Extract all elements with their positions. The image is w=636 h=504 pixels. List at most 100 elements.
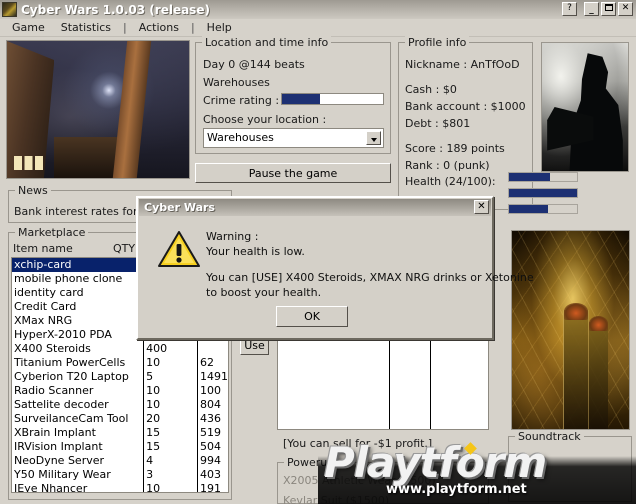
table-row[interactable]: mobile phone clone (12, 272, 143, 286)
help-icon: ? (567, 3, 572, 13)
chimney-shape (112, 41, 151, 178)
window-controls: ? _ ✕ (562, 2, 633, 16)
tower-cap (564, 303, 589, 320)
health-bar-fill (509, 173, 550, 181)
table-row[interactable]: Radio Scanner (12, 384, 143, 398)
menu-item-statistics[interactable]: Statistics (53, 20, 119, 35)
table-row[interactable]: xchip-card (12, 258, 144, 272)
location-select[interactable]: Warehouses (203, 128, 384, 148)
window-title: Cyber Wars 1.0.03 (release) (21, 2, 210, 17)
menu-separator-2: | (190, 21, 195, 34)
crime-rating-bar (281, 93, 384, 105)
table-cell-price: 1491 (200, 370, 228, 383)
dialog-line-1: Your health is low. (206, 245, 305, 258)
table-cell-price: 436 (200, 412, 221, 425)
table-cell-qty: 3 (146, 468, 154, 481)
soundtrack-panel: Soundtrack (508, 430, 632, 502)
current-location-label: Warehouses (203, 76, 270, 89)
menu-item-game[interactable]: Game (4, 20, 53, 35)
table-cell-qty: 20 (146, 412, 161, 425)
soundtrack-panel-legend: Soundtrack (515, 430, 584, 443)
table-cell-qty: 15 (146, 426, 161, 439)
close-button[interactable]: ✕ (618, 2, 633, 16)
table-cell-price: 403 (200, 468, 221, 481)
health-label: Health (24/100): (405, 175, 496, 188)
table-row[interactable]: IEye Nhancer (12, 482, 143, 492)
powerup-item-1[interactable]: Kevlar Suit ($1500) (283, 494, 389, 504)
skyscraper-shape-2 (589, 315, 608, 429)
powerup-item-0[interactable]: X2005 Athletic Wear ($500) (283, 474, 436, 487)
warning-triangle-icon (158, 231, 200, 267)
maximize-icon (604, 4, 613, 11)
app-window: Cyber Wars 1.0.03 (release) ? _ ✕ Game S… (0, 0, 636, 504)
location-image (6, 40, 190, 179)
location-select-value: Warehouses (207, 131, 274, 144)
table-row[interactable]: XBrain Implant (12, 426, 143, 440)
powerups-panel-legend: Powerups (284, 456, 343, 469)
dialog-warning-label: Warning : (206, 230, 259, 243)
minimize-icon: _ (589, 5, 594, 15)
table-row[interactable]: Credit Card (12, 300, 143, 314)
crime-rating-bar-fill (282, 94, 321, 104)
table-row[interactable]: HyperX-2010 PDA (12, 328, 143, 342)
debt-label: Debt : $801 (405, 117, 471, 130)
table-cell-price: 994 (200, 454, 221, 467)
menu-separator-1: | (123, 21, 127, 34)
marketplace-panel-legend: Marketplace (15, 226, 89, 239)
score-label: Score : 189 points (405, 142, 505, 155)
nickname-label: Nickname : AnTfOoD (405, 58, 520, 71)
table-cell-qty: 4 (146, 454, 154, 467)
title-bar: Cyber Wars 1.0.03 (release) ? _ ✕ (0, 0, 636, 19)
table-row[interactable]: XMax NRG (12, 314, 143, 328)
profile-avatar-image (541, 42, 629, 172)
hacker-silhouette-scene (542, 43, 628, 171)
table-cell-qty: 10 (146, 384, 161, 397)
rank-label: Rank : 0 (punk) (405, 159, 490, 172)
marketplace-column-item-name: Item name (13, 242, 73, 255)
table-cell-qty: 400 (146, 342, 168, 355)
table-row[interactable]: Titanium PowerCells (12, 356, 143, 370)
table-cell-price: 804 (200, 398, 221, 411)
minimize-button[interactable]: _ (584, 2, 599, 16)
table-cell-qty: 15 (146, 440, 161, 453)
table-row[interactable]: identity card (12, 286, 143, 300)
tertiary-stat-bar (508, 204, 578, 214)
table-row[interactable]: X400 Steroids (12, 342, 143, 356)
tertiary-stat-bar-fill (509, 205, 548, 213)
help-button[interactable]: ? (562, 2, 577, 16)
dialog-close-button[interactable]: ✕ (474, 200, 489, 214)
table-cell-price: 100 (200, 384, 221, 397)
table-row[interactable]: IRVision Implant (12, 440, 143, 454)
table-row[interactable]: NeoDyne Server (12, 454, 143, 468)
marketplace-column-qty: QTY (113, 242, 136, 255)
dialog-ok-button[interactable]: OK (276, 306, 348, 327)
crime-rating-label: Crime rating : 5 (203, 94, 290, 107)
bank-account-label: Bank account : $1000 (405, 100, 526, 113)
profile-panel-legend: Profile info (405, 36, 470, 49)
table-row[interactable]: Y50 Military Wear (12, 468, 143, 482)
table-row[interactable]: Cyberion T20 Laptop (12, 370, 143, 384)
choose-location-label: Choose your location : (203, 113, 327, 126)
inventory-name-column (278, 336, 390, 429)
table-row[interactable]: Sattelite decoder (12, 398, 143, 412)
table-cell-price: 504 (200, 440, 221, 453)
table-cell-price: 519 (200, 426, 221, 439)
chevron-down-icon[interactable] (366, 131, 381, 145)
inventory-list[interactable] (277, 335, 489, 430)
cash-label: Cash : $0 (405, 83, 457, 96)
warning-dialog: Cyber Wars ✕ Warning : Your health is lo… (136, 196, 534, 340)
table-cell-qty: 10 (146, 398, 161, 411)
dialog-title-bar: Cyber Wars ✕ (139, 199, 491, 216)
pause-game-button[interactable]: Pause the game (195, 163, 391, 183)
news-panel-legend: News (15, 184, 51, 197)
app-icon (2, 2, 17, 17)
menu-item-actions[interactable]: Actions (131, 20, 187, 35)
maximize-button[interactable] (601, 2, 616, 16)
table-row[interactable]: SurveilanceCam Tool (12, 412, 143, 426)
dialog-line-2: You can [USE] X400 Steroids, XMAX NRG dr… (206, 271, 534, 284)
table-cell-price: 62 (200, 356, 214, 369)
table-cell-qty: 5 (146, 370, 154, 383)
inventory-price-column (431, 336, 488, 429)
menu-item-help[interactable]: Help (199, 20, 240, 35)
table-cell-price: 191 (200, 482, 221, 493)
